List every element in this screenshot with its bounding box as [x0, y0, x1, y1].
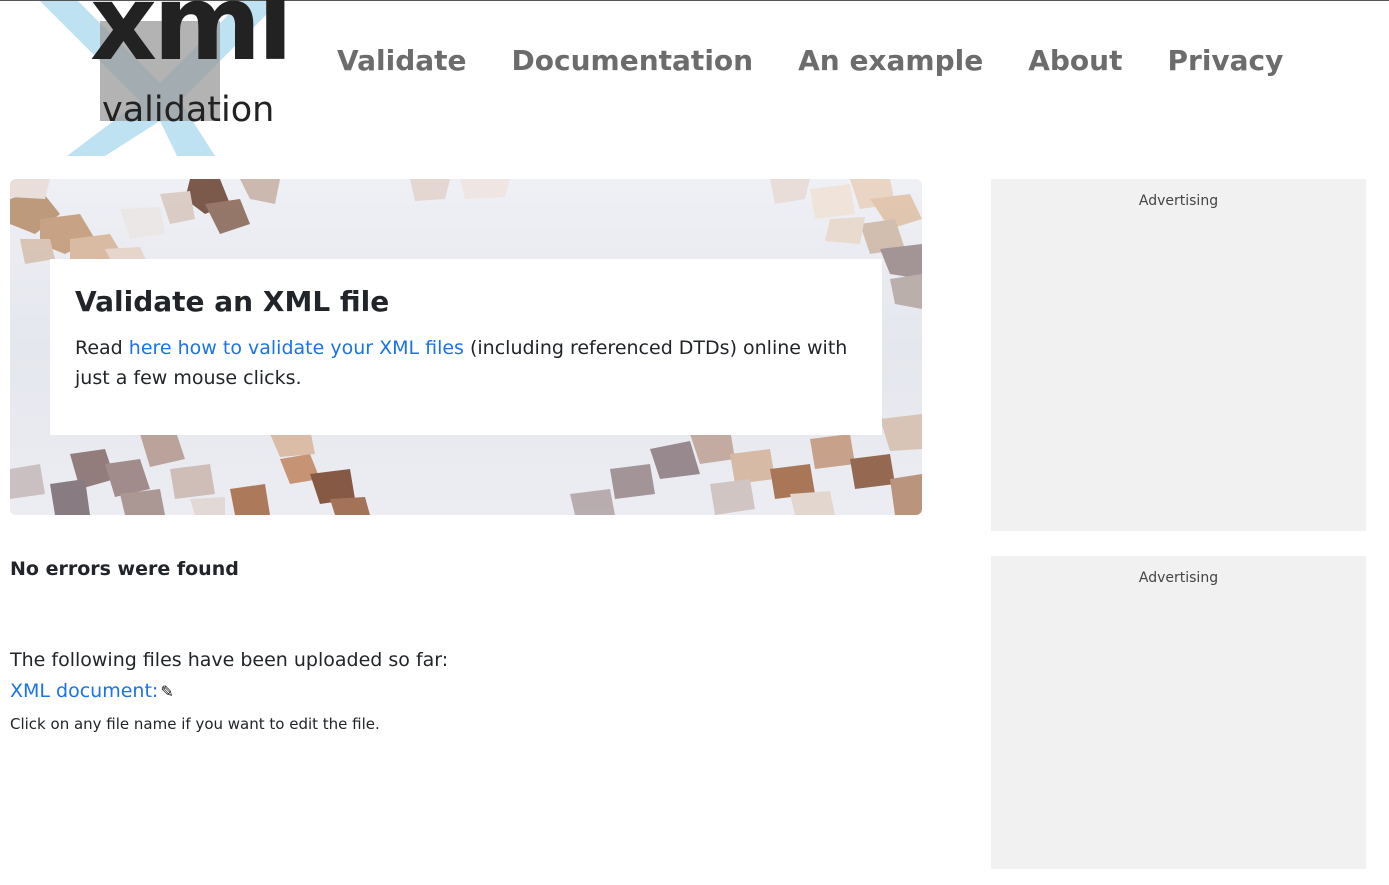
pencil-icon[interactable]: ✎ — [160, 682, 173, 701]
xml-document-link[interactable]: XML document: — [10, 680, 158, 702]
hero-how-to-link[interactable]: here how to validate your XML files — [129, 337, 464, 359]
hero-banner: Validate an XML file Read here how to va… — [10, 179, 922, 515]
file-list-item: XML document: ✎ — [10, 680, 174, 702]
nav-documentation[interactable]: Documentation — [512, 41, 754, 81]
hero-card: Validate an XML file Read here how to va… — [50, 259, 882, 435]
hero-text-before: Read — [75, 336, 129, 359]
hero-title: Validate an XML file — [75, 285, 390, 318]
validation-status: No errors were found — [10, 558, 239, 580]
advertising-label: Advertising — [1138, 193, 1219, 209]
site-logo[interactable]: xml validation — [30, 0, 293, 161]
uploaded-files-label: The following files have been uploaded s… — [10, 649, 449, 671]
nav-privacy[interactable]: Privacy — [1167, 41, 1283, 81]
hero-text: Read here how to validate your XML files… — [75, 333, 857, 393]
nav-validate[interactable]: Validate — [337, 41, 467, 81]
logo-subtitle: validation — [102, 90, 275, 130]
edit-hint: Click on any file name if you want to ed… — [10, 715, 380, 733]
nav-an-example[interactable]: An example — [798, 41, 983, 81]
advertising-box-2[interactable]: Advertising — [991, 556, 1366, 869]
logo-title: xml — [90, 0, 293, 84]
advertising-box-1[interactable]: Advertising — [991, 179, 1366, 531]
advertising-label: Advertising — [1138, 570, 1219, 586]
nav-about[interactable]: About — [1028, 41, 1122, 81]
main-nav: Validate Documentation An example About … — [337, 41, 1283, 81]
